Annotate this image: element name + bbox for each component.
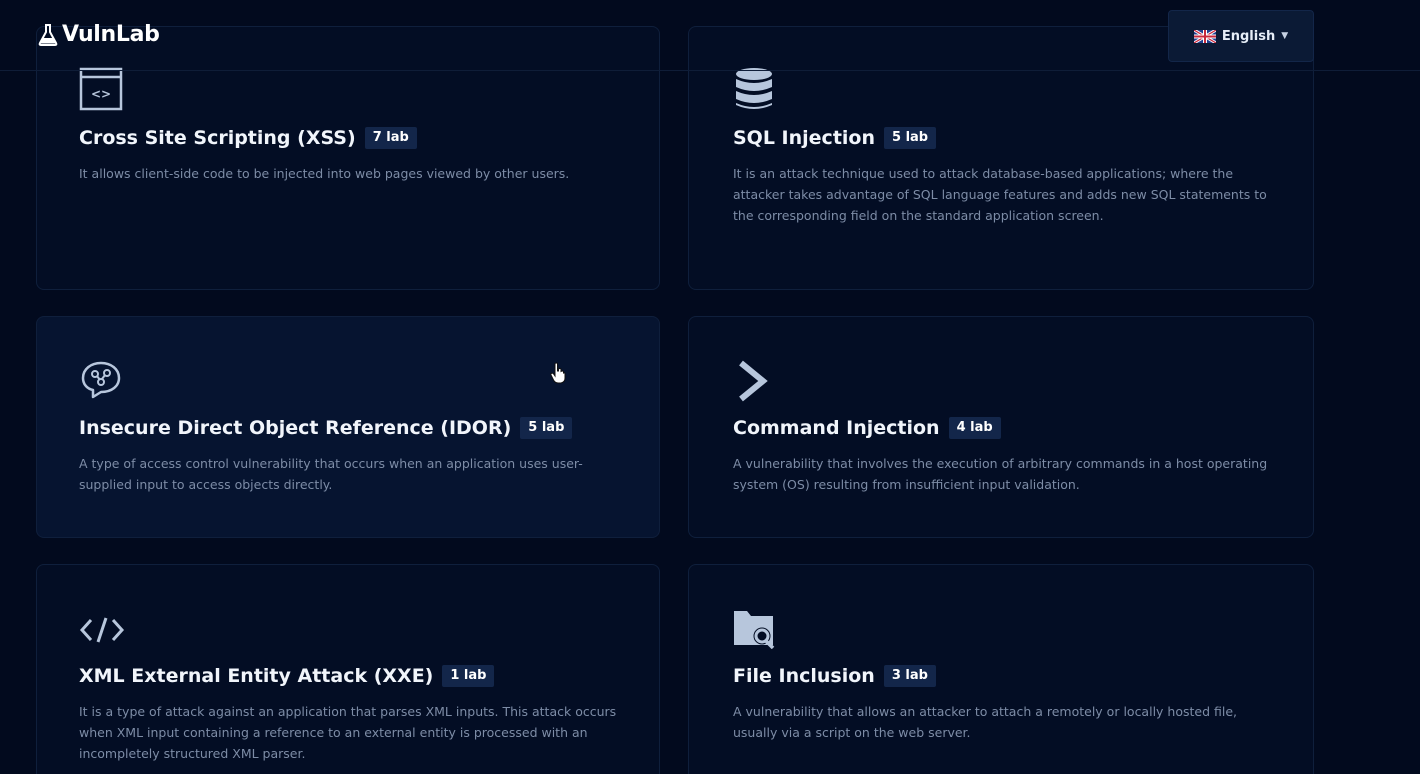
- lab-count-badge: 5 lab: [520, 417, 573, 439]
- lab-count-badge: 1 lab: [442, 665, 495, 687]
- uk-flag-icon: [1193, 29, 1216, 43]
- lab-card-title[interactable]: Cross Site Scripting (XSS): [79, 127, 356, 149]
- flask-icon: [38, 23, 58, 46]
- code-tag-icon: [79, 615, 125, 649]
- browser-code-icon: <>: [79, 67, 123, 115]
- lab-card-description: A vulnerability that involves the execut…: [733, 456, 1268, 492]
- lab-card-title[interactable]: Command Injection: [733, 417, 940, 439]
- lab-card-description: A type of access control vulnerability t…: [79, 456, 583, 492]
- lab-card-title[interactable]: SQL Injection: [733, 127, 875, 149]
- lab-card-title[interactable]: Insecure Direct Object Reference (IDOR): [79, 417, 511, 439]
- language-label: English: [1221, 28, 1276, 44]
- page: <> Cross Site Scripting (XSS) 7 lab It a…: [0, 0, 1420, 774]
- language-dropdown[interactable]: English ▼: [1168, 10, 1314, 62]
- lab-card-description: It allows client-side code to be injecte…: [79, 166, 570, 181]
- lab-count-badge: 7 lab: [364, 127, 417, 149]
- lab-count-badge: 5 lab: [884, 127, 937, 149]
- hand-cursor-icon: [550, 362, 566, 388]
- lab-card-description: It is a type of attack against an applic…: [79, 704, 617, 761]
- chevron-right-icon: [735, 359, 769, 407]
- lab-card-description: A vulnerability that allows an attacker …: [733, 704, 1238, 740]
- top-navbar: VulnLab English ▼: [0, 0, 1420, 71]
- brand-name: VulnLab: [62, 22, 160, 47]
- lab-count-badge: 4 lab: [948, 417, 1001, 439]
- caret-down-icon: ▼: [1281, 31, 1289, 41]
- lab-card-title[interactable]: XML External Entity Attack (XXE): [79, 665, 433, 687]
- lab-card-file-inclusion[interactable]: File Inclusion 3 lab A vulnerability tha…: [688, 564, 1314, 774]
- lab-card-description: It is an attack technique used to attack…: [733, 166, 1267, 223]
- brand-logo[interactable]: VulnLab: [38, 22, 160, 47]
- folder-search-icon: [733, 609, 777, 653]
- lab-card-xxe[interactable]: XML External Entity Attack (XXE) 1 lab I…: [36, 564, 660, 774]
- brain-icon: [79, 359, 123, 405]
- database-icon: [735, 67, 773, 115]
- lab-card-title[interactable]: File Inclusion: [733, 665, 875, 687]
- lab-count-badge: 3 lab: [883, 665, 936, 687]
- lab-card-idor[interactable]: Insecure Direct Object Reference (IDOR) …: [36, 316, 660, 538]
- svg-text:<>: <>: [91, 87, 111, 101]
- lab-card-command-injection[interactable]: Command Injection 4 lab A vulnerability …: [688, 316, 1314, 538]
